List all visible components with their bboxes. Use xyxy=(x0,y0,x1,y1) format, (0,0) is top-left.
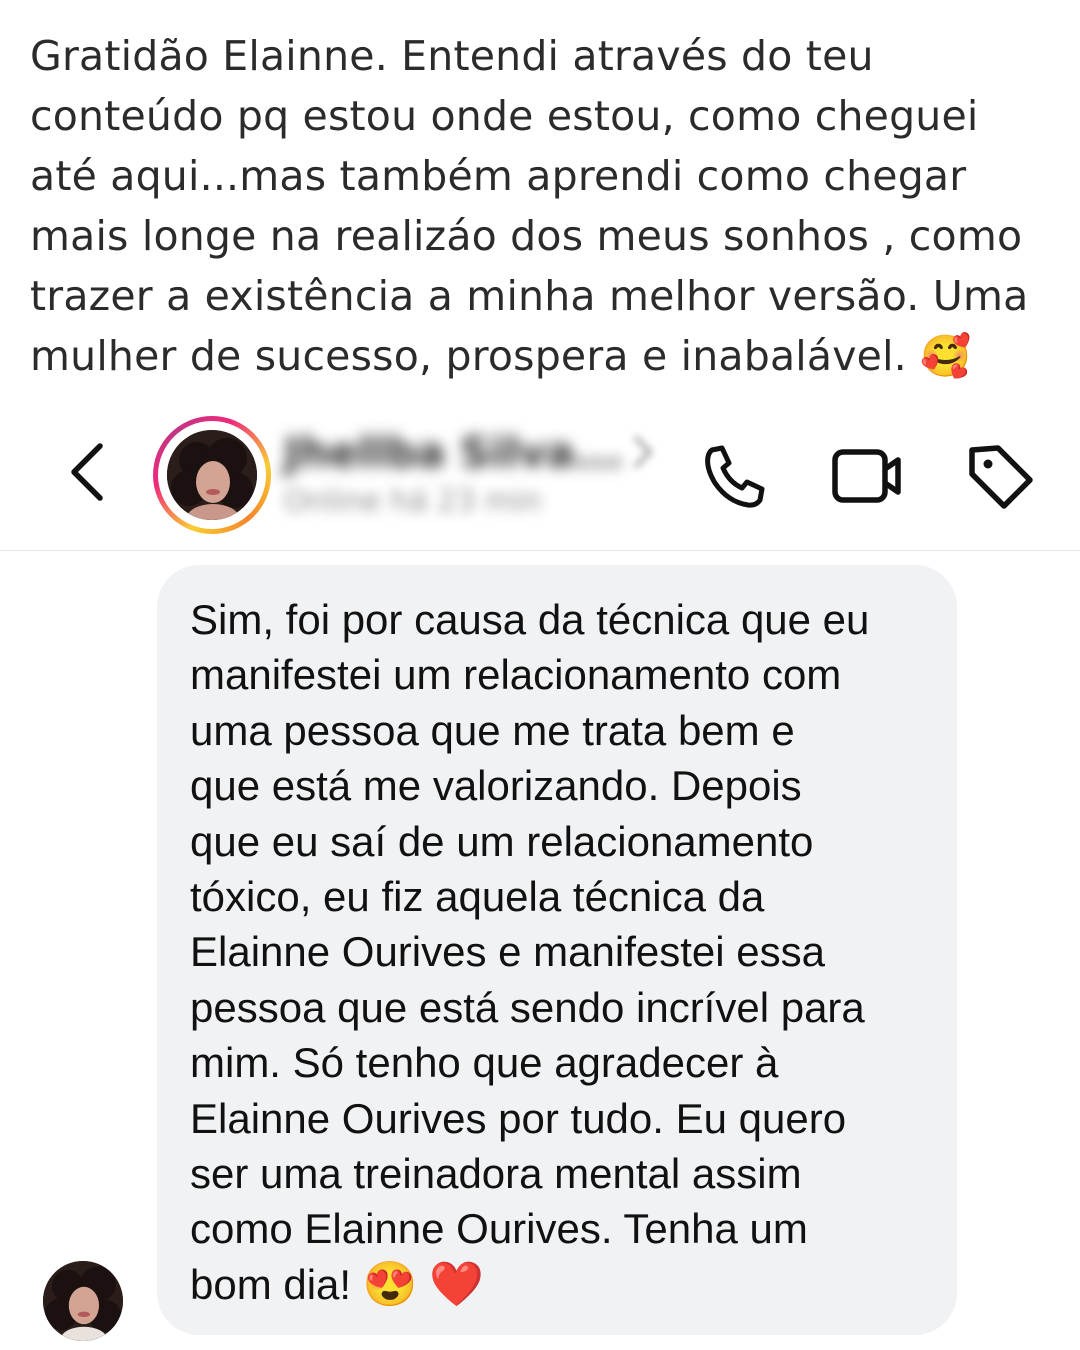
message-last-text: bom dia! xyxy=(190,1260,352,1308)
sender-avatar-portrait xyxy=(43,1261,123,1341)
comment-section: Gratidão Elainne. Entendi através do teu… xyxy=(30,26,1050,386)
contact-avatar-button[interactable] xyxy=(153,416,271,534)
chat-header: Jhellba Silva... Online há 23 min xyxy=(0,410,1080,551)
message-line: manifestei um relacionamento com xyxy=(190,651,842,699)
message-line: uma pessoa que me trata bem e xyxy=(190,706,795,754)
comment-text: Gratidão Elainne. Entendi através do teu… xyxy=(30,26,1050,386)
video-call-button[interactable] xyxy=(830,440,902,512)
comment-line: conteúdo pq estou onde estou, como chegu… xyxy=(30,92,979,140)
comment-line: mulher de sucesso, prospera e inabalável… xyxy=(30,326,1050,386)
message-line: Sim, foi por causa da técnica que eu xyxy=(190,596,870,643)
message-line: mim. Só tenho que agradecer à xyxy=(190,1039,779,1087)
message-line: Elainne Ourives por tudo. Eu quero xyxy=(190,1094,847,1142)
message-text: Sim, foi por causa da técnica que eu man… xyxy=(190,592,869,1312)
tag-button[interactable] xyxy=(964,440,1036,512)
back-button[interactable] xyxy=(62,440,118,504)
message-line: pessoa que está sendo incrível para xyxy=(190,983,865,1031)
comment-line: mais longe na realizáo dos meus sonhos ,… xyxy=(30,212,1023,260)
message-line: tóxico, eu fiz aquela técnica da xyxy=(190,873,765,921)
message-line: que eu saí de um relacionamento xyxy=(190,817,814,865)
contact-avatar xyxy=(167,430,257,520)
message-bubble[interactable]: Sim, foi por causa da técnica que eu man… xyxy=(157,565,957,1335)
red-heart-emoji: ❤️ xyxy=(429,1259,485,1309)
message-line: como Elainne Ourives. Tenha um xyxy=(190,1205,808,1253)
comment-line: trazer a existência a minha melhor versã… xyxy=(30,272,1029,320)
smiling-face-with-hearts-emoji: 🥰 xyxy=(920,332,972,380)
comment-line: Gratidão Elainne. Entendi através do teu xyxy=(30,32,874,80)
tag-icon xyxy=(969,445,1033,509)
chevron-right-icon xyxy=(634,436,653,468)
avatar-portrait xyxy=(167,430,257,520)
message-line: que está me valorizando. Depois xyxy=(190,762,802,810)
comment-line: até aqui...mas também aprendi como chega… xyxy=(30,152,967,200)
contact-status: Online há 23 min xyxy=(284,484,542,519)
heart-eyes-emoji: 😍 xyxy=(362,1259,418,1309)
chevron-left-icon xyxy=(71,443,103,501)
avatar-ring-gap xyxy=(158,421,266,529)
sender-avatar[interactable] xyxy=(43,1261,123,1341)
message-line: Elainne Ourives e manifestei essa xyxy=(190,928,825,976)
video-camera-icon xyxy=(832,449,901,503)
comment-last-text: mulher de sucesso, prospera e inabalável… xyxy=(30,332,907,380)
message-line: ser uma treinadora mental assim xyxy=(190,1150,802,1198)
voice-call-button[interactable] xyxy=(698,440,770,512)
contact-name[interactable]: Jhellba Silva... xyxy=(284,428,622,477)
phone-icon xyxy=(705,445,765,508)
message-line: bom dia! 😍 ❤️ xyxy=(190,1257,869,1312)
